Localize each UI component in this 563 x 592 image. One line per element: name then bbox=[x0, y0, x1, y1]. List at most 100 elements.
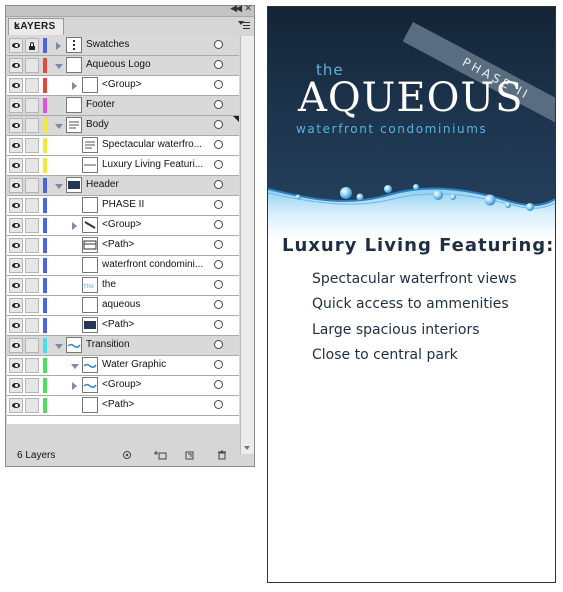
lock-toggle[interactable] bbox=[25, 38, 39, 53]
visibility-eye-icon[interactable] bbox=[9, 158, 23, 173]
layer-thumbnail bbox=[82, 77, 98, 93]
layer-row-path[interactable]: <Path> bbox=[7, 396, 239, 416]
target-circle-icon[interactable] bbox=[214, 40, 223, 49]
visibility-eye-icon[interactable] bbox=[9, 178, 23, 193]
layer-row-aqueous-logo[interactable]: Aqueous Logo bbox=[7, 56, 239, 76]
target-circle-icon[interactable] bbox=[214, 160, 223, 169]
expand-triangle-open-icon[interactable] bbox=[71, 364, 79, 369]
layer-row-footer[interactable]: Footer bbox=[7, 96, 239, 116]
visibility-eye-icon[interactable] bbox=[9, 198, 23, 213]
layer-row-aqueous[interactable]: aqueous bbox=[7, 296, 239, 316]
collapse-icon[interactable]: ◀◀ bbox=[230, 4, 242, 14]
layer-row-header[interactable]: Header bbox=[7, 176, 239, 196]
layer-row-path[interactable]: <Path> bbox=[7, 316, 239, 336]
lock-toggle[interactable] bbox=[25, 398, 39, 413]
visibility-eye-icon[interactable] bbox=[9, 138, 23, 153]
scrollbar[interactable] bbox=[240, 36, 254, 454]
layer-row-path[interactable]: <Path> bbox=[7, 236, 239, 256]
visibility-eye-icon[interactable] bbox=[9, 298, 23, 313]
target-circle-icon[interactable] bbox=[214, 180, 223, 189]
delete-layer-icon[interactable] bbox=[217, 450, 227, 460]
lock-toggle[interactable] bbox=[25, 218, 39, 233]
close-panel-icon[interactable]: ✕ bbox=[244, 4, 252, 14]
visibility-eye-icon[interactable] bbox=[9, 58, 23, 73]
make-clipping-mask-icon[interactable] bbox=[153, 450, 167, 460]
expand-triangle-closed-icon[interactable] bbox=[72, 222, 77, 230]
new-sublayer-icon[interactable] bbox=[185, 450, 195, 460]
visibility-eye-icon[interactable] bbox=[9, 38, 23, 53]
expand-triangle-open-icon[interactable] bbox=[55, 124, 63, 129]
visibility-eye-icon[interactable] bbox=[9, 378, 23, 393]
target-circle-icon[interactable] bbox=[214, 380, 223, 389]
lock-toggle[interactable] bbox=[25, 98, 39, 113]
expand-triangle-closed-icon[interactable] bbox=[56, 42, 61, 50]
layer-row-group[interactable]: <Group> bbox=[7, 216, 239, 236]
visibility-eye-icon[interactable] bbox=[9, 238, 23, 253]
lock-toggle[interactable] bbox=[25, 378, 39, 393]
target-circle-icon[interactable] bbox=[214, 100, 223, 109]
visibility-eye-icon[interactable] bbox=[9, 398, 23, 413]
lock-toggle[interactable] bbox=[25, 178, 39, 193]
locate-object-icon[interactable] bbox=[122, 450, 132, 460]
lock-toggle[interactable] bbox=[25, 198, 39, 213]
target-circle-icon[interactable] bbox=[214, 300, 223, 309]
lock-toggle[interactable] bbox=[25, 278, 39, 293]
lock-toggle[interactable] bbox=[25, 238, 39, 253]
target-circle-icon[interactable] bbox=[214, 340, 223, 349]
lock-toggle[interactable] bbox=[25, 298, 39, 313]
panel-menu-icon[interactable] bbox=[238, 21, 250, 31]
layer-row-body[interactable]: Body bbox=[7, 116, 239, 136]
visibility-eye-icon[interactable] bbox=[9, 318, 23, 333]
expand-triangle-open-icon[interactable] bbox=[55, 344, 63, 349]
target-circle-icon[interactable] bbox=[214, 220, 223, 229]
layer-row-luxury-living-featuri[interactable]: Luxury Living Featuri... bbox=[7, 156, 239, 176]
expand-triangle-open-icon[interactable] bbox=[55, 64, 63, 69]
lock-toggle[interactable] bbox=[25, 58, 39, 73]
layer-row-phase-ii[interactable]: PHASE II bbox=[7, 196, 239, 216]
expand-triangle-open-icon[interactable] bbox=[55, 184, 63, 189]
target-circle-icon[interactable] bbox=[214, 80, 223, 89]
visibility-eye-icon[interactable] bbox=[9, 98, 23, 113]
visibility-eye-icon[interactable] bbox=[9, 258, 23, 273]
layer-thumbnail bbox=[82, 357, 98, 373]
lock-toggle[interactable] bbox=[25, 78, 39, 93]
target-circle-icon[interactable] bbox=[214, 120, 223, 129]
layer-row-water-graphic[interactable]: Water Graphic bbox=[7, 356, 239, 376]
target-circle-icon[interactable] bbox=[214, 200, 223, 209]
feature-item: Quick access to ammenities bbox=[312, 296, 509, 312]
lock-toggle[interactable] bbox=[25, 158, 39, 173]
layer-row-transition[interactable]: Transition bbox=[7, 336, 239, 356]
layer-name: Body bbox=[86, 119, 109, 130]
target-circle-icon[interactable] bbox=[214, 260, 223, 269]
visibility-eye-icon[interactable] bbox=[9, 278, 23, 293]
target-circle-icon[interactable] bbox=[214, 360, 223, 369]
layer-row-group[interactable]: <Group> bbox=[7, 376, 239, 396]
lock-toggle[interactable] bbox=[25, 318, 39, 333]
layer-row-spectacular-waterfro[interactable]: Spectacular waterfro... bbox=[7, 136, 239, 156]
visibility-eye-icon[interactable] bbox=[9, 358, 23, 373]
target-circle-icon[interactable] bbox=[214, 240, 223, 249]
target-circle-icon[interactable] bbox=[214, 400, 223, 409]
layer-row-swatches[interactable]: Swatches bbox=[7, 36, 239, 56]
layer-row-the[interactable]: the the bbox=[7, 276, 239, 296]
layer-row-group[interactable]: <Group> bbox=[7, 76, 239, 96]
target-circle-icon[interactable] bbox=[214, 320, 223, 329]
scroll-down-arrow-icon[interactable] bbox=[244, 446, 250, 450]
lock-toggle[interactable] bbox=[25, 358, 39, 373]
expand-triangle-closed-icon[interactable] bbox=[72, 82, 77, 90]
target-circle-icon[interactable] bbox=[214, 140, 223, 149]
lock-toggle[interactable] bbox=[25, 258, 39, 273]
lock-toggle[interactable] bbox=[25, 118, 39, 133]
visibility-eye-icon[interactable] bbox=[9, 338, 23, 353]
expand-triangle-closed-icon[interactable] bbox=[72, 382, 77, 390]
tab-close-icon[interactable]: × bbox=[14, 21, 60, 32]
layer-row-waterfront-condomini[interactable]: waterfront condomini... bbox=[7, 256, 239, 276]
visibility-eye-icon[interactable] bbox=[9, 218, 23, 233]
target-circle-icon[interactable] bbox=[214, 60, 223, 69]
visibility-eye-icon[interactable] bbox=[9, 118, 23, 133]
target-circle-icon[interactable] bbox=[214, 280, 223, 289]
lock-toggle[interactable] bbox=[25, 138, 39, 153]
tab-layers[interactable]: LAYERS × bbox=[8, 18, 64, 35]
lock-toggle[interactable] bbox=[25, 338, 39, 353]
visibility-eye-icon[interactable] bbox=[9, 78, 23, 93]
